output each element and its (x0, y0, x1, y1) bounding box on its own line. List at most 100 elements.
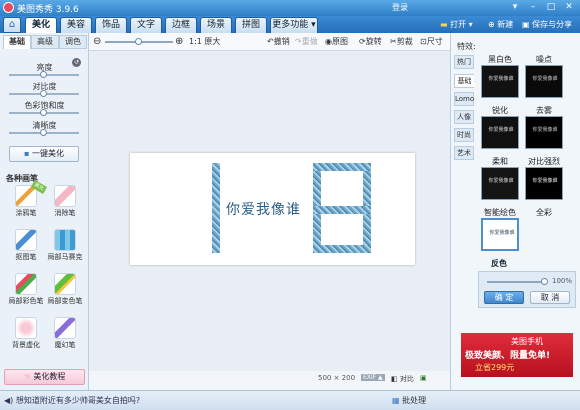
zoom-in-icon[interactable]: ⊕ (175, 36, 183, 48)
effect-noise[interactable]: 噪点 你爱我像谁 (525, 54, 563, 98)
tab-frames[interactable]: 边框 (165, 17, 197, 33)
status-bar: ◀) 想知道附近有多少帅哥美女自拍吗? 500 × 200 EXIF ▲ ◧ 对… (0, 374, 580, 410)
zoom-knob[interactable] (135, 38, 142, 45)
slider-knob-brightness[interactable] (40, 71, 47, 78)
tab-scenes[interactable]: 场景 (200, 17, 232, 33)
brush-mosaic[interactable]: 局部马赛克 (47, 227, 83, 263)
tab-text[interactable]: 文字 (130, 17, 162, 33)
opacity-slider[interactable] (487, 281, 545, 283)
crop-label: 剪裁 (396, 37, 413, 46)
effect-thumbnail: 你爱我像谁 (525, 116, 563, 149)
resize-button[interactable]: ⊡尺寸 (420, 36, 443, 48)
tab-accessories[interactable]: 饰品 (95, 17, 127, 33)
minimize-icon[interactable]: – (526, 1, 540, 13)
crop-button[interactable]: ✂剪裁 (390, 36, 413, 48)
brush-magic[interactable]: 魔幻笔 (47, 315, 83, 351)
open-button[interactable]: ▬ 打开 ▾ (440, 18, 473, 32)
undo-button[interactable]: ↶撤销 (267, 36, 290, 48)
effects-tab-fashion[interactable]: 时尚 (454, 128, 474, 142)
preview-icon[interactable]: ▣ (420, 374, 427, 382)
brush-doodle[interactable]: 美化 涂鸦笔 (8, 180, 48, 219)
tab-collage[interactable]: 拼图 (235, 17, 267, 33)
login-link[interactable]: 登录 (392, 2, 408, 13)
new-button[interactable]: ⊕ 新建 (488, 18, 513, 32)
rotate-button[interactable]: ⟳旋转 (359, 36, 382, 48)
cancel-button[interactable]: 取 消 (530, 291, 570, 304)
thumbnail-text: 你爱我像谁 (532, 76, 558, 82)
promo-subline: 立省299元 (475, 363, 515, 372)
effect-soft[interactable]: 柔和 你爱我像谁 (481, 156, 519, 200)
brush-label: 魔幻笔 (54, 341, 76, 349)
effects-tab-basic[interactable]: 基础 (454, 74, 474, 88)
thumbnail-text: 你爱我像谁 (488, 127, 514, 133)
ok-button[interactable]: 确 定 (484, 291, 524, 304)
save-share-button[interactable]: ▣ 保存与分享 (522, 18, 572, 32)
slider-knob-contrast[interactable] (40, 90, 47, 97)
redo-button[interactable]: ↷重做 (295, 36, 318, 48)
brush-bg-blur[interactable]: 背景虚化 (8, 315, 44, 351)
brush-cutout[interactable]: 抠图笔 (8, 227, 44, 263)
slider-knob-saturation[interactable] (40, 109, 47, 116)
photo-glyph-stroke (313, 163, 371, 171)
original-button[interactable]: ◉原图 (325, 36, 348, 48)
effect-smart-color[interactable]: 智能绘色 你爱我像谁 (481, 207, 519, 251)
tab-advanced[interactable]: 高级 (31, 35, 59, 49)
effects-title: 特效: (457, 42, 476, 51)
effect-dehaze[interactable]: 去雾 你爱我像谁 (525, 105, 563, 149)
brush-label: 局部变色笔 (47, 297, 83, 305)
compare-icon: ◧ (391, 375, 398, 383)
slider-knob-sharpness[interactable] (40, 129, 47, 136)
maximize-icon[interactable]: □ (544, 1, 558, 13)
one-click-beautify-button[interactable]: ▪ 一键美化 (9, 146, 79, 162)
promo-brand: 美图手机 (511, 337, 543, 346)
actual-size-button[interactable]: 1:1 原大 (189, 36, 220, 48)
effect-label: 全彩 (536, 208, 552, 217)
canvas-area[interactable]: 你爱我像谁 (89, 51, 450, 371)
left-panel: 基础 高级 调色 ↺ 亮度 对比度 色彩饱和度 清晰度 ▪ 一键美化 各种画笔 … (0, 33, 89, 390)
tab-color-adjust[interactable]: 调色 (59, 35, 87, 49)
effects-tab-art[interactable]: 艺术 (454, 146, 474, 160)
effects-tab-lomo[interactable]: Lomo (454, 92, 474, 106)
brush-recolor[interactable]: 局部变色笔 (47, 271, 83, 307)
brush-local-color[interactable]: 局部彩色笔 (8, 271, 44, 307)
tab-beautify[interactable]: 美化 (25, 17, 57, 33)
close-icon[interactable]: ✕ (562, 1, 576, 13)
promo-headline: 极致美颜、限量免单! (465, 351, 551, 361)
status-message[interactable]: ◀) 想知道附近有多少帅哥美女自拍吗? (4, 395, 140, 406)
effects-tab-portrait[interactable]: 人像 (454, 110, 474, 124)
thumbnail-text: 你爱我像谁 (489, 230, 515, 236)
cutout-pen-icon (15, 229, 37, 251)
effect-black-white[interactable]: 黑白色 你爱我像谁 (481, 54, 519, 98)
opacity-knob[interactable] (541, 278, 548, 285)
effects-tab-hot[interactable]: 热门 (454, 55, 474, 69)
effect-thumbnail: 你爱我像谁 (481, 218, 519, 251)
effect-high-contrast[interactable]: 对比强烈 你爱我像谁 (525, 156, 563, 200)
effect-thumbnail: 你爱我像谁 (525, 167, 563, 200)
effect-full-color[interactable]: 全彩 (525, 207, 563, 251)
brush-label: 消除笔 (54, 209, 76, 217)
effect-sharpen[interactable]: 锐化 你爱我像谁 (481, 105, 519, 149)
home-icon[interactable]: ⌂ (3, 17, 21, 33)
compare-button[interactable]: ◧ 对比 (391, 374, 414, 384)
save-label: 保存与分享 (532, 20, 573, 29)
thumbnail-text: 你爱我像谁 (488, 178, 514, 184)
edited-photo[interactable]: 你爱我像谁 (130, 153, 415, 265)
recolor-pen-icon (54, 273, 76, 295)
batch-button[interactable]: ▦ 批处理 (392, 395, 426, 406)
one-click-label: 一键美化 (31, 149, 64, 158)
brush-label: 抠图笔 (15, 253, 37, 261)
tab-more[interactable]: 更多功能 ▾ (270, 17, 318, 33)
brush-eraser[interactable]: 消除笔 (47, 183, 83, 219)
opacity-value: 100% (552, 277, 573, 285)
image-toolbar: ⊖ ⊕ 1:1 原大 ↶撤销 ↷重做 ◉原图 ⟳旋转 ✂剪裁 ⊡尺寸 (89, 33, 450, 51)
photo-glyph-stroke (313, 245, 371, 253)
exif-button[interactable]: EXIF ▲ (361, 374, 385, 381)
menu-icon[interactable]: ▾ (508, 1, 522, 13)
app-logo-icon (3, 2, 14, 13)
zoom-out-icon[interactable]: ⊖ (93, 36, 101, 48)
plus-icon: ⊕ (488, 20, 495, 29)
promo-banner[interactable]: 美图手机 极致美颜、限量免单! 立省299元 (461, 333, 573, 377)
tab-basic[interactable]: 基础 (3, 35, 31, 49)
tab-face[interactable]: 美容 (60, 17, 92, 33)
tutorial-button[interactable]: ☜ 美化教程 (4, 369, 85, 385)
